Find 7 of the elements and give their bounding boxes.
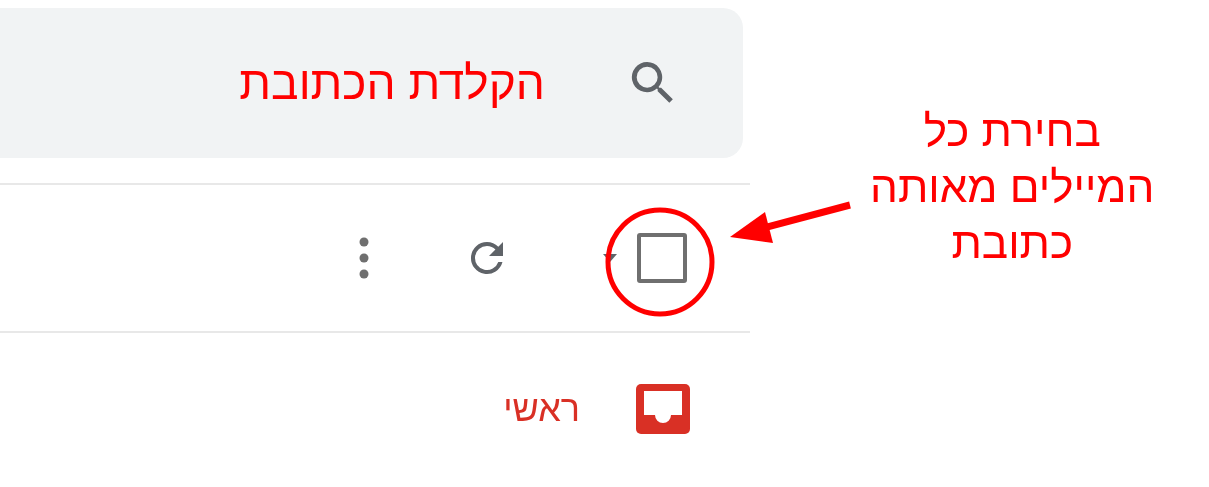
inbox-tab[interactable]: ראשי <box>503 384 690 434</box>
search-field[interactable]: הקלדת הכתובת <box>0 8 743 158</box>
annotation-text: בחירת כל המיילים מאותה כתובת <box>870 105 1155 269</box>
caret-icon[interactable] <box>603 254 617 262</box>
inbox-icon <box>636 384 690 434</box>
more-icon[interactable] <box>357 236 371 280</box>
select-all-checkbox[interactable] <box>637 233 687 283</box>
